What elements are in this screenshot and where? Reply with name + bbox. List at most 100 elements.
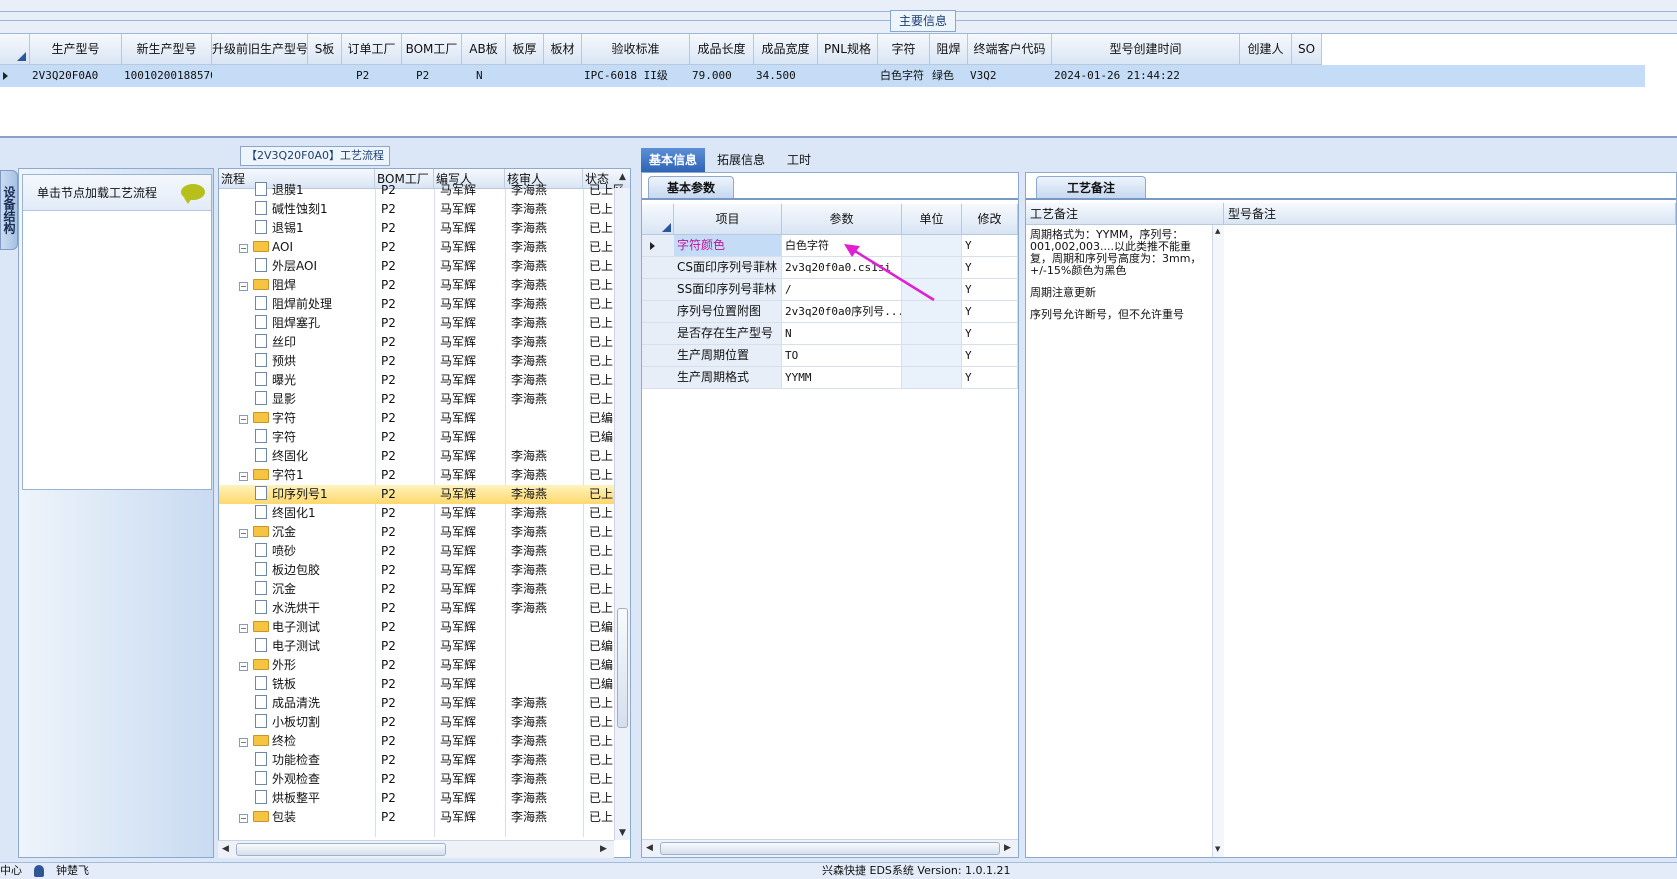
column-header[interactable]: 字符 [878,34,930,65]
flow-tree-row[interactable]: 退膜1 P2 马军辉 李海燕 已上冈 [219,181,623,200]
column-header[interactable]: 订单工厂 [342,34,402,65]
flow-node-name[interactable]: 显影 [219,390,375,409]
scroll-right-icon[interactable]: ▶ [1004,843,1011,853]
column-header[interactable]: 创建人 [1240,34,1292,65]
column-header[interactable]: 升级前旧生产型号 [212,34,308,65]
flow-node-name[interactable]: 水洗烘干 [219,599,375,618]
column-header[interactable]: 终端客户代码 [968,34,1052,65]
flow-tree-row[interactable]: 阻焊塞孔 P2 马军辉 李海燕 已上冈 [219,314,623,333]
flow-tree-row[interactable]: 板边包胶 P2 马军辉 李海燕 已上冈 [219,561,623,580]
column-header[interactable]: PNL规格 [818,34,878,65]
flow-node-name[interactable]: 电子测试 [219,637,375,656]
flow-tree-row[interactable]: − 沉金 P2 马军辉 李海燕 已上冈 [219,523,623,542]
flow-tree-row[interactable]: 阻焊前处理 P2 马军辉 李海燕 已上冈 [219,295,623,314]
flow-node-name[interactable]: 成品清洗 [219,694,375,713]
flow-tree-row[interactable]: − 包装 P2 马军辉 李海燕 已上冈 [219,808,623,827]
flow-vertical-scrollbar[interactable]: ▲ ▼ [614,172,630,840]
scroll-up-icon[interactable]: ▲ [619,172,626,182]
flow-node-name[interactable]: 终固化1 [219,504,375,523]
flow-tree-row[interactable]: 字符 P2 马军辉 已编写 [219,428,623,447]
flow-tree-row[interactable]: − 阻焊 P2 马军辉 李海燕 已上冈 [219,276,623,295]
flow-tree-row[interactable]: 功能检查 P2 马军辉 李海燕 已上冈 [219,751,623,770]
flow-tree-row[interactable]: 铣板 P2 马军辉 已编写 [219,675,623,694]
column-header[interactable]: AB板 [462,34,506,65]
tree-collapse-icon[interactable]: − [239,662,248,671]
speech-bubble-icon[interactable] [181,184,205,204]
flow-tree-row[interactable]: 碱性蚀刻1 P2 马军辉 李海燕 已上冈 [219,200,623,219]
basic-param-row[interactable]: 字符颜色 白色字符 Y [642,235,1018,257]
flow-tree-row[interactable]: 终固化1 P2 马军辉 李海燕 已上冈 [219,504,623,523]
flow-node-name[interactable]: 字符 [219,428,375,447]
scroll-down-icon[interactable]: ▼ [619,828,626,838]
tree-collapse-icon[interactable]: − [239,529,248,538]
basic-param-row[interactable]: SS面印序列号菲林 / Y [642,279,1018,301]
tab-process-notes[interactable]: 工艺备注 [1036,176,1146,198]
flow-node-name[interactable]: − 字符1 [219,466,375,485]
flow-node-name[interactable]: 铣板 [219,675,375,694]
tab-basic-info[interactable]: 基本信息 [641,148,706,172]
flow-node-name[interactable]: 丝印 [219,333,375,352]
basic-param-row[interactable]: 序列号位置附图 2v3q20f0a0序列号... Y [642,301,1018,323]
flow-node-name[interactable]: 小板切割 [219,713,375,732]
flow-node-name[interactable]: 喷砂 [219,542,375,561]
flow-tree-row[interactable]: − AOI P2 马军辉 李海燕 已上冈 [219,238,623,257]
column-header[interactable]: 生产型号 [30,34,122,65]
flow-node-name[interactable]: 阻焊塞孔 [219,314,375,333]
basic-param-row[interactable]: 是否存在生产型号 N Y [642,323,1018,345]
param-cell-param[interactable]: TO [782,345,902,366]
column-header[interactable]: 板厚 [506,34,544,65]
basic-column-header[interactable]: 参数 [782,204,902,235]
column-header[interactable]: 成品长度 [690,34,754,65]
tree-collapse-icon[interactable]: − [239,738,248,747]
flow-hscroll-thumb[interactable] [236,843,446,856]
flow-node-name[interactable]: 曝光 [219,371,375,390]
tree-collapse-icon[interactable]: − [239,282,248,291]
column-header[interactable]: 验收标准 [582,34,690,65]
flow-node-name[interactable]: 印序列号1 [219,485,375,504]
scroll-right-icon[interactable]: ▶ [600,844,607,854]
notes-vertical-scrollbar[interactable]: ▲ ▼ [1212,225,1224,857]
column-header[interactable]: S板 [308,34,342,65]
flow-tree-row[interactable]: 印序列号1 P2 马军辉 李海燕 已上冈 [219,485,623,504]
flow-tree-row[interactable]: − 终检 P2 马军辉 李海燕 已上冈 [219,732,623,751]
flow-node-name[interactable]: 外观检查 [219,770,375,789]
column-header[interactable]: BOM工厂 [402,34,462,65]
tree-collapse-icon[interactable]: − [239,415,248,424]
tab-extended-info[interactable]: 拓展信息 [709,148,773,172]
flow-tree-row[interactable]: 成品清洗 P2 马军辉 李海燕 已上冈 [219,694,623,713]
tree-collapse-icon[interactable]: − [239,814,248,823]
column-header[interactable]: 阻焊 [930,34,968,65]
tree-collapse-icon[interactable]: − [239,244,248,253]
flow-tree-row[interactable]: 曝光 P2 马军辉 李海燕 已上冈 [219,371,623,390]
basic-column-header[interactable]: 修改 [962,204,1018,235]
basic-horizontal-scrollbar[interactable]: ◀ ▶ [642,839,1018,857]
param-cell-param[interactable]: N [782,323,902,344]
flow-node-name[interactable]: 外层AOI [219,257,375,276]
column-header[interactable]: 成品宽度 [754,34,818,65]
flow-tree-row[interactable]: 终固化 P2 马军辉 李海燕 已上冈 [219,447,623,466]
scroll-left-icon[interactable]: ◀ [646,843,653,853]
flow-node-name[interactable]: − 终检 [219,732,375,751]
column-header[interactable]: SO [1292,34,1322,65]
basic-column-header[interactable]: 单位 [902,204,962,235]
scroll-left-icon[interactable]: ◀ [222,844,229,854]
flow-node-name[interactable]: − 阻焊 [219,276,375,295]
flow-node-name[interactable]: 碱性蚀刻1 [219,200,375,219]
tree-collapse-icon[interactable]: − [239,624,248,633]
column-header[interactable]: 型号创建时间 [1052,34,1240,65]
flow-vscroll-thumb[interactable] [617,608,628,728]
flow-node-name[interactable]: 功能检查 [219,751,375,770]
flow-tree-row[interactable]: 喷砂 P2 马军辉 李海燕 已上冈 [219,542,623,561]
equipment-structure-tab[interactable]: 设备结构 [0,170,18,250]
flow-tree-row[interactable]: 外观检查 P2 马军辉 李海燕 已上冈 [219,770,623,789]
flow-tree-row[interactable]: 退锡1 P2 马军辉 李海燕 已上冈 [219,219,623,238]
flow-node-name[interactable]: − 沉金 [219,523,375,542]
flow-tree-row[interactable]: 预烘 P2 马军辉 李海燕 已上冈 [219,352,623,371]
flow-node-name[interactable]: 阻焊前处理 [219,295,375,314]
basic-param-row[interactable]: 生产周期格式 YYMM Y [642,367,1018,389]
basic-column-header[interactable]: 项目 [674,204,782,235]
flow-node-name[interactable]: − 电子测试 [219,618,375,637]
basic-param-row[interactable]: CS面印序列号菲林 2v3q20f0a0.cs1si Y [642,257,1018,279]
column-header[interactable]: 板材 [544,34,582,65]
tab-basic-params[interactable]: 基本参数 [648,176,734,198]
